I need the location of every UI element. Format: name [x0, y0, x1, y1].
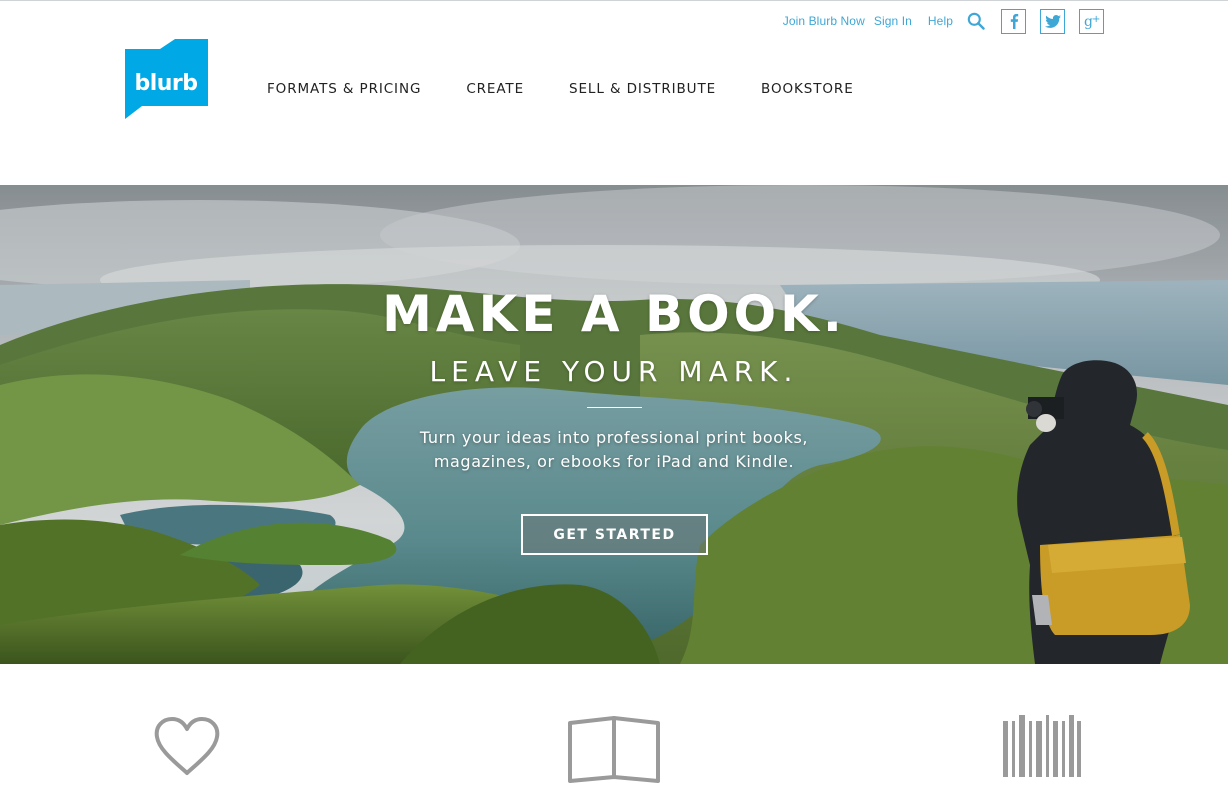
- facebook-icon[interactable]: [1001, 8, 1026, 34]
- main-nav: FORMATS & PRICING CREATE SELL & DISTRIBU…: [267, 81, 899, 97]
- nav-bookstore[interactable]: BOOKSTORE: [761, 81, 854, 97]
- blurb-logo[interactable]: blurb: [125, 39, 208, 119]
- help-link[interactable]: Help: [928, 14, 953, 28]
- hero-headline: MAKE A BOOK.: [382, 285, 846, 343]
- nav-create[interactable]: CREATE: [466, 81, 524, 97]
- nav-sell-distribute[interactable]: SELL & DISTRIBUTE: [569, 81, 716, 97]
- open-book-icon: [568, 715, 660, 783]
- join-link[interactable]: Join Blurb Now: [783, 14, 865, 28]
- hero-text: MAKE A BOOK. LEAVE YOUR MARK. Turn your …: [0, 185, 1228, 664]
- hero-subheadline: LEAVE YOUR MARK.: [429, 355, 799, 388]
- nav-formats-pricing[interactable]: FORMATS & PRICING: [267, 81, 421, 97]
- get-started-button[interactable]: GET STARTED: [521, 514, 708, 555]
- search-icon[interactable]: [967, 12, 985, 30]
- hero-description-line-1: Turn your ideas into professional print …: [419, 428, 809, 447]
- hero-description-line-2: magazines, or ebooks for iPad and Kindle…: [433, 452, 795, 471]
- utility-bar: Join Blurb Now Sign In Help g +: [783, 8, 1104, 34]
- google-plus-icon[interactable]: g +: [1079, 8, 1104, 34]
- heart-icon: [153, 715, 221, 779]
- barcode-icon: [1003, 715, 1081, 777]
- sign-in-link[interactable]: Sign In: [874, 14, 912, 28]
- hero-divider: [587, 407, 642, 408]
- top-rule: [0, 0, 1228, 1]
- twitter-icon[interactable]: [1040, 8, 1065, 34]
- hero-banner: MAKE A BOOK. LEAVE YOUR MARK. Turn your …: [0, 185, 1228, 664]
- logo-text: blurb: [134, 71, 197, 96]
- svg-text:+: +: [1092, 14, 1100, 25]
